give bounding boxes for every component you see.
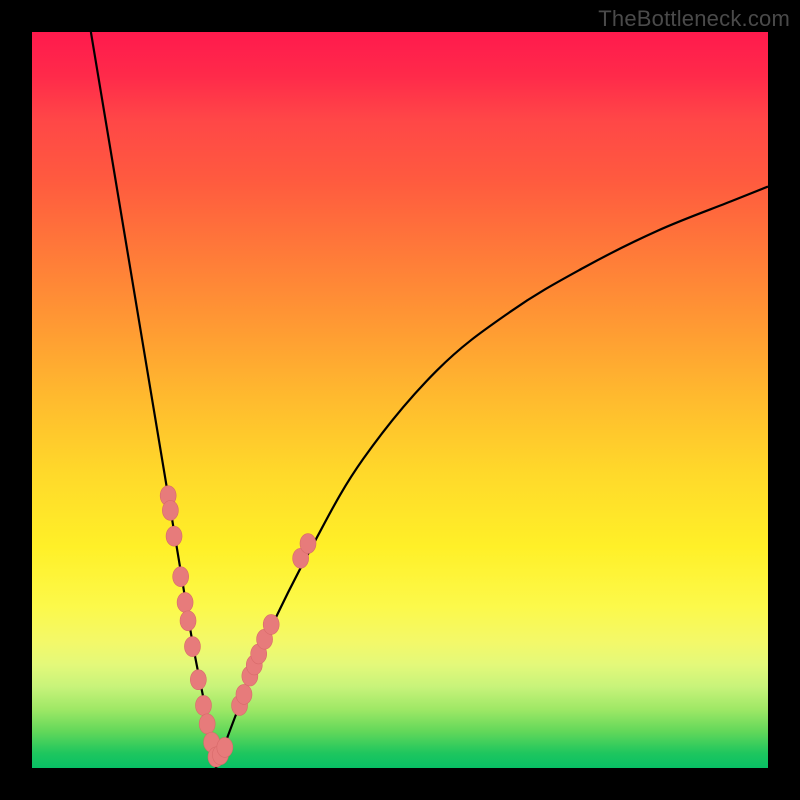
curve-layer	[32, 32, 768, 768]
sample-point-marker	[173, 567, 189, 587]
sample-point-marker	[236, 684, 252, 704]
sample-point-marker	[177, 592, 193, 612]
chart-frame: TheBottleneck.com	[0, 0, 800, 800]
sample-point-marker	[263, 614, 279, 634]
bottleneck-curve-right	[216, 187, 768, 768]
sample-point-marker	[195, 695, 211, 715]
sample-point-marker	[162, 500, 178, 520]
sample-point-marker	[190, 670, 206, 690]
sample-point-marker	[199, 714, 215, 734]
watermark-text: TheBottleneck.com	[598, 6, 790, 32]
sample-point-marker	[166, 526, 182, 546]
sample-point-marker	[184, 637, 200, 657]
plot-area	[32, 32, 768, 768]
sample-point-marker	[217, 737, 233, 757]
sample-point-marker	[300, 534, 316, 554]
bottleneck-curve-left	[91, 32, 216, 768]
sample-points-group	[160, 486, 316, 767]
sample-point-marker	[180, 611, 196, 631]
